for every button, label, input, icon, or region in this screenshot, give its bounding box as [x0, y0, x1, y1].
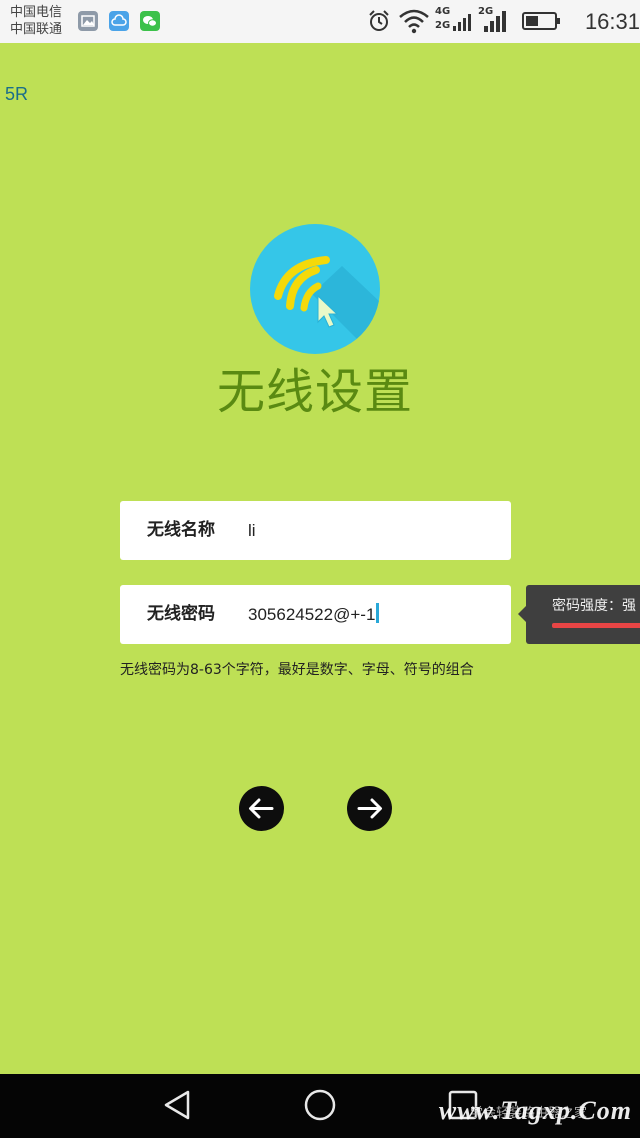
battery-icon — [522, 12, 560, 30]
wechat-icon — [140, 11, 160, 31]
arrow-right-icon — [357, 798, 382, 819]
arrow-left-icon — [249, 798, 274, 819]
cloud-icon — [109, 11, 129, 31]
ssid-label: 无线名称 — [147, 520, 215, 540]
gallery-icon — [78, 11, 98, 31]
password-strength-bar — [552, 623, 640, 628]
signal-icon-secondary — [484, 11, 506, 32]
back-button[interactable] — [160, 1087, 196, 1123]
password-strength-text: 密码强度：强 — [552, 598, 636, 614]
home-button[interactable] — [302, 1087, 338, 1123]
wireless-logo-icon — [250, 224, 380, 354]
ssid-input[interactable]: li — [248, 501, 256, 560]
password-input[interactable]: 305624522@+-1 — [248, 585, 380, 644]
back-icon — [164, 1090, 190, 1120]
page-title: 无线设置 — [216, 364, 413, 420]
password-hint: 无线密码为8-63个字符，最好是数字、字母、符号的组合 — [120, 662, 474, 678]
watermark: www.Tagxp.Com — [438, 1096, 632, 1125]
status-bar: 中国电信 中国联通 4G 2G 2G 16:31 — [0, 0, 640, 43]
network-type-4g: 4G — [435, 6, 451, 17]
carrier-1: 中国电信 — [10, 5, 63, 20]
system-navigation-bar: 学会轻装路由器之家 www.Tagxp.Com — [0, 1074, 640, 1138]
text-caret — [376, 603, 380, 623]
next-button[interactable] — [347, 786, 392, 831]
home-icon — [304, 1089, 336, 1121]
password-field[interactable]: 无线密码 305624522@+-1 — [120, 585, 511, 644]
carrier-2: 中国联通 — [10, 22, 63, 37]
previous-button[interactable] — [239, 786, 284, 831]
password-label: 无线密码 — [147, 604, 215, 624]
wifi-icon — [399, 9, 429, 34]
clock: 16:31 — [584, 9, 640, 34]
ssid-field[interactable]: 无线名称 li — [120, 501, 511, 560]
password-value: 305624522@+-1 — [248, 605, 376, 624]
alarm-icon — [369, 10, 389, 31]
signal-icon — [453, 14, 471, 31]
password-strength-tooltip: 密码强度：强 — [526, 585, 640, 644]
carrier-info: 中国电信 中国联通 — [10, 4, 62, 38]
corner-tag: 5R — [5, 84, 29, 104]
tooltip-arrow — [518, 606, 526, 622]
network-type-2g: 2G — [435, 20, 451, 31]
